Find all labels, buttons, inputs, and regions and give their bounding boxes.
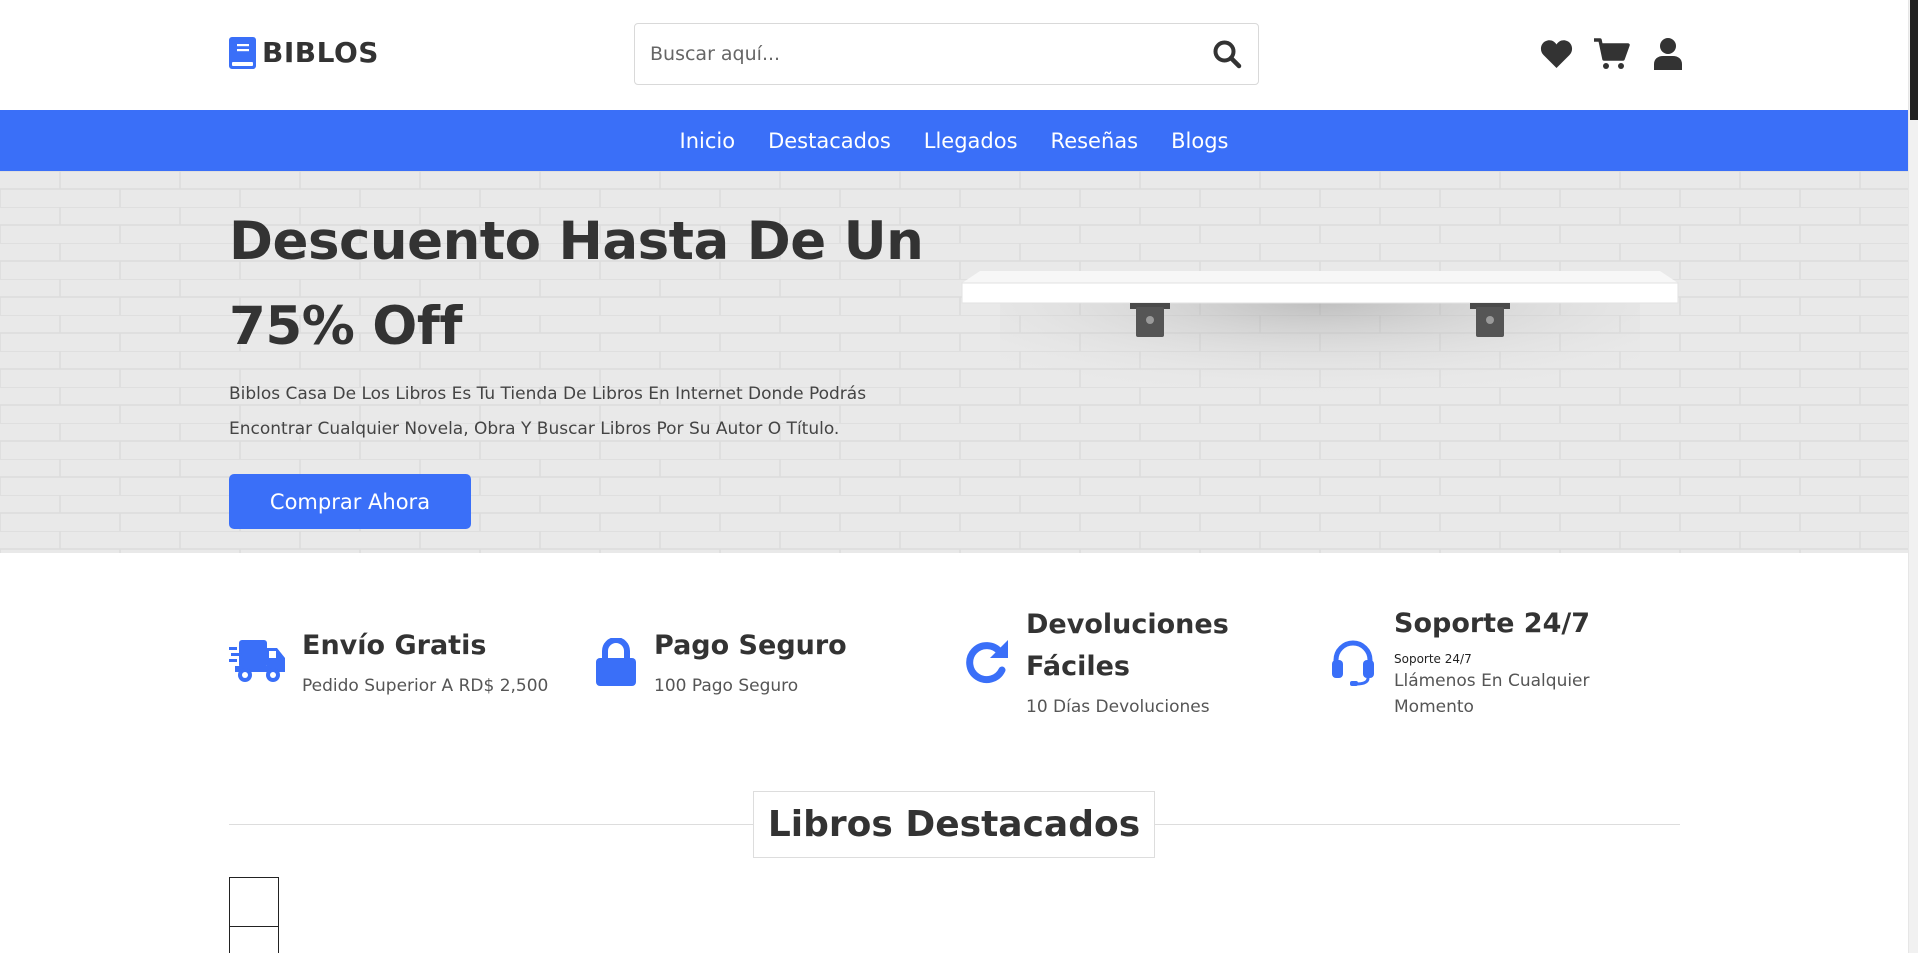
nav-link-llegados[interactable]: Llegados [924, 129, 1018, 153]
feature-title: Soporte 24/7 [1394, 608, 1591, 639]
hero-description: Biblos Casa De Los Libros Es Tu Tienda D… [229, 384, 867, 439]
logo-link[interactable]: BIBLOS [229, 36, 379, 69]
heart-icon [1540, 40, 1572, 68]
feature-free-shipping: Envío Gratis Pedido Superior A RD$ 2,500 [229, 600, 569, 720]
headset-icon [1332, 640, 1374, 686]
feature-subtitle: 100 Pago Seguro [654, 676, 799, 696]
lock-icon [596, 638, 636, 686]
feature-small-label: Soporte 24/7 [1394, 652, 1472, 666]
feature-support: Soporte 24/7 Soporte 24/7 Llámenos En Cu… [1330, 600, 1650, 730]
nav-link-resenas[interactable]: Reseñas [1051, 129, 1139, 153]
feature-subtitle: Pedido Superior A RD$ 2,500 [302, 676, 549, 696]
feature-subtitle: 10 Días Devoluciones [1026, 697, 1210, 717]
nav-link-inicio[interactable]: Inicio [680, 129, 736, 153]
feature-title: Pago Seguro [654, 630, 847, 661]
cart-button[interactable] [1594, 36, 1630, 72]
header-actions [1538, 36, 1686, 72]
nav-link-blogs[interactable]: Blogs [1171, 129, 1228, 153]
redo-icon [966, 640, 1008, 684]
search-input[interactable] [635, 24, 1196, 84]
feature-title: Envío Gratis [302, 630, 487, 661]
truck-icon [229, 640, 285, 682]
cart-icon [1594, 38, 1630, 69]
book-card[interactable] [229, 926, 279, 953]
shelf-illustration [961, 271, 1679, 441]
feature-title: Devoluciones Fáciles [1026, 609, 1229, 682]
nav-link-destacados[interactable]: Destacados [768, 129, 891, 153]
site-header: BIBLOS [0, 0, 1908, 110]
account-button[interactable] [1650, 36, 1686, 72]
scrollbar-thumb[interactable] [1910, 0, 1918, 120]
search-form [634, 23, 1259, 85]
wishlist-button[interactable] [1538, 36, 1574, 72]
book-icon [229, 36, 256, 69]
search-button[interactable] [1196, 24, 1258, 84]
shop-now-button[interactable]: Comprar Ahora [229, 474, 471, 529]
hero-title: Descuento Hasta De Un 75% Off [229, 211, 924, 357]
page-scrollbar[interactable] [1908, 0, 1918, 953]
main-nav: Inicio Destacados Llegados Reseñas Blogs [0, 110, 1908, 171]
search-icon [1213, 40, 1242, 69]
feature-secure-payment: Pago Seguro 100 Pago Seguro [596, 600, 916, 720]
hero-banner: Descuento Hasta De Un 75% Off Biblos Cas… [0, 171, 1908, 553]
user-icon [1654, 38, 1682, 70]
feature-easy-returns: Devoluciones Fáciles 10 Días Devolucione… [964, 600, 1284, 730]
book-card[interactable] [229, 877, 279, 927]
logo-text: BIBLOS [262, 36, 379, 69]
feature-subtitle: Llámenos En Cualquier Momento [1394, 671, 1590, 717]
section-title: Libros Destacados [753, 791, 1155, 858]
